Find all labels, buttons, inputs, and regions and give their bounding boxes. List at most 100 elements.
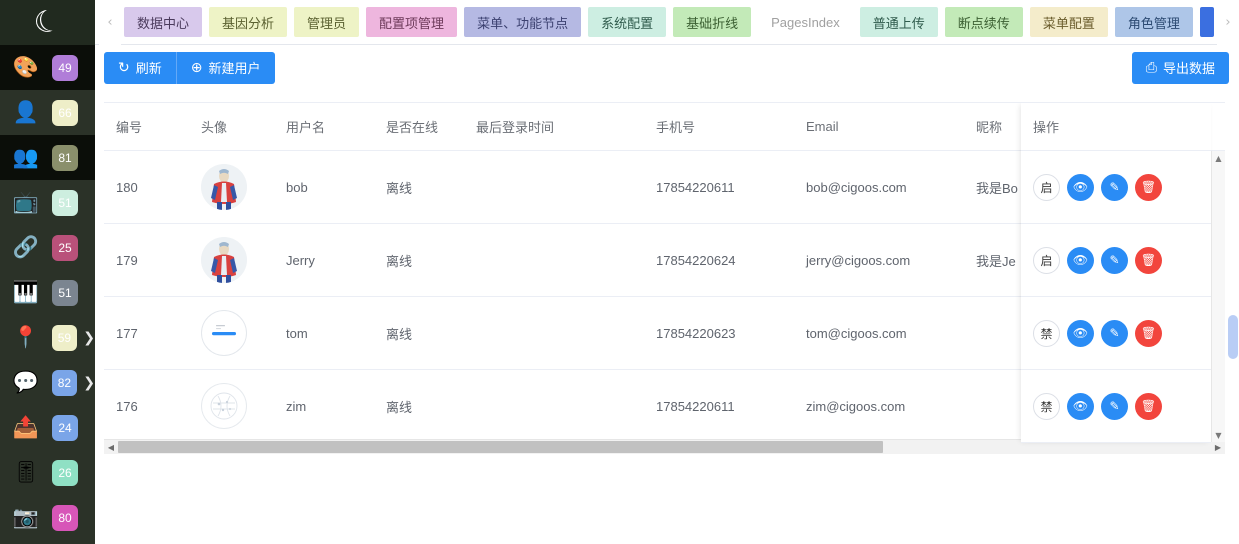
view-button[interactable]: 👁 [1067, 246, 1094, 274]
tab-4[interactable]: 菜单、功能节点 [464, 7, 582, 37]
column-header-id: 编号 [116, 120, 143, 135]
action-cell: 禁 👁 ✎ 🗑 [1021, 297, 1211, 370]
avatar [189, 383, 274, 429]
chat-icon: 💬 [12, 370, 39, 394]
new-user-button[interactable]: ⊕ 新建用户 [175, 51, 275, 84]
sidebar-item-4[interactable]: 🔗 25 [0, 225, 95, 270]
view-button[interactable]: 👁 [1067, 319, 1094, 347]
sidebar-badge-8: 24 [52, 414, 78, 441]
view-button[interactable]: 👁 [1067, 392, 1094, 420]
tab-6[interactable]: 基础折线 [673, 7, 752, 37]
sidebar-item-3[interactable]: 📺 51 [0, 180, 95, 225]
cell-phone: 17854220611 [656, 398, 735, 414]
export-data-button[interactable]: ⎙ 导出数据 [1131, 51, 1229, 84]
tabs-scroll-left-button[interactable]: ‹ [99, 0, 121, 45]
scroll-up-arrow[interactable]: ▲ [1212, 151, 1225, 165]
column-header-last: 最后登录时间 [476, 120, 555, 135]
sidebar-item-7[interactable]: 💬 82 ❯ [0, 360, 95, 405]
trash-icon: 🗑 [1140, 253, 1157, 267]
cell-id: 176 [116, 398, 138, 414]
pencil-icon: ✎ [1109, 180, 1120, 194]
refresh-button[interactable]: ↻ 刷新 [104, 51, 176, 84]
tab-5[interactable]: 系统配置 [588, 7, 667, 37]
chevron-right-icon[interactable]: ❯ [83, 330, 95, 346]
toggle-status-button[interactable]: 禁 [1033, 392, 1060, 420]
cell-name: bob [286, 179, 308, 195]
export-icon: ⎙ [1145, 59, 1157, 76]
pencil-icon: ✎ [1109, 326, 1120, 340]
avatar [189, 237, 274, 283]
edit-button[interactable]: ✎ [1101, 392, 1128, 420]
sidebar-item-5[interactable]: 🎹 51 [0, 270, 95, 315]
edit-button[interactable]: ✎ [1101, 246, 1128, 274]
cell-phone: 17854220611 [656, 179, 735, 195]
tab-9[interactable]: 断点续传 [944, 7, 1023, 37]
cell-name: zim [286, 398, 307, 414]
toggle-status-button[interactable]: 禁 [1033, 319, 1060, 347]
column-header-avatar: 头像 [201, 120, 228, 135]
avatar [189, 310, 274, 356]
location-icon: 📍 [12, 325, 39, 349]
trash-icon: 🗑 [1140, 180, 1157, 194]
tab-8[interactable]: 普通上传 [859, 7, 938, 37]
sidebar-badge-4: 25 [52, 234, 78, 261]
table-vertical-scrollbar[interactable]: ▲ ▼ [1211, 151, 1225, 442]
tab-7[interactable]: PagesIndex [758, 7, 853, 37]
sidebar-item-0[interactable]: 🎨 49 [0, 45, 95, 90]
column-header-nick: 昵称 [976, 120, 1003, 135]
delete-button[interactable]: 🗑 [1135, 319, 1162, 347]
action-cell-list: 启 👁 ✎ 🗑 启 👁 ✎ 🗑 禁 👁 ✎ 🗑 禁 👁 ✎ 🗑 [1021, 151, 1211, 443]
cell-nick: 我是Bo [976, 180, 1018, 196]
pencil-icon: ✎ [1109, 399, 1120, 413]
sliders-icon: 🎚 [12, 460, 40, 484]
tab-strip: ‹ 数据中心 基因分析 管理员 配置项管理 菜单、功能节点 系统配置 基础折线 PagesIn… [95, 0, 1239, 45]
plus-circle-icon: ⊕ [190, 59, 203, 76]
scroll-down-arrow[interactable]: ▼ [1212, 428, 1225, 442]
eye-icon: 👁 [1072, 399, 1089, 413]
toggle-status-button[interactable]: 启 [1033, 173, 1060, 201]
column-header-email: Email [806, 119, 839, 134]
tab-10[interactable]: 菜单配置 [1029, 7, 1108, 37]
hscroll-thumb[interactable] [118, 440, 884, 453]
sidebar-item-2[interactable]: 👥 81 [0, 135, 95, 180]
sidebar-item-8[interactable]: 📤 24 [0, 405, 95, 450]
sidebar-badge-6: 59 [51, 324, 78, 351]
sidebar-item-9[interactable]: 🎚 26 [0, 450, 95, 495]
column-header-online: 是否在线 [386, 120, 439, 135]
tabs-scroll-right-button[interactable]: › [1217, 0, 1239, 45]
view-button[interactable]: 👁 [1067, 173, 1094, 201]
cell-email: tom@cigoos.com [806, 325, 907, 341]
toggle-status-button[interactable]: 启 [1033, 246, 1060, 274]
tab-11[interactable]: 角色管理 [1114, 7, 1193, 37]
palette-icon: 🎨 [12, 55, 40, 79]
sidebar-item-10[interactable]: 📷 80 [0, 495, 95, 540]
delete-button[interactable]: 🗑 [1135, 246, 1162, 274]
tab-1[interactable]: 基因分析 [209, 7, 288, 37]
tab-0[interactable]: 数据中心 [124, 7, 203, 37]
action-cell: 禁 👁 ✎ 🗑 [1021, 370, 1211, 443]
toolbar: ↻ 刷新 ⊕ 新建用户 ⎙ 导出数据 [95, 45, 1239, 90]
tab-3[interactable]: 配置项管理 [366, 7, 458, 37]
chevron-right-icon[interactable]: ❯ [83, 375, 95, 391]
new-user-label: 新建用户 [208, 61, 261, 76]
user-table: 编号 头像 用户名 是否在线 最后登录时间 手机号 Email 昵称 180 bob 离线 1785… [104, 102, 1225, 454]
app-root: ☾ 🎨 49 👤 66 👥 81 📺 51 🔗 25 🎹 51 📍 59 ❯ 💬 82 ❯ 📤 24 🎚 26 📷 80 ‹ … [0, 0, 1239, 544]
avatar-image [201, 164, 247, 210]
edit-button[interactable]: ✎ [1101, 173, 1128, 201]
sidebar-item-6[interactable]: 📍 59 ❯ [0, 315, 95, 360]
app-logo[interactable]: ☾ [0, 0, 95, 45]
delete-button[interactable]: 🗑 [1135, 173, 1162, 201]
toolbar-button-group: ↻ 刷新 ⊕ 新建用户 [104, 51, 275, 84]
hscroll-left-arrow[interactable]: ◀ [104, 440, 118, 455]
sidebar-item-1[interactable]: 👤 66 [0, 90, 95, 135]
delete-button[interactable]: 🗑 [1135, 392, 1162, 420]
sidebar-badge-1: 66 [52, 99, 78, 126]
cell-online: 离线 [386, 180, 413, 196]
eye-icon: 👁 [1072, 180, 1089, 194]
tab-12[interactable] [1199, 7, 1214, 37]
edit-button[interactable]: ✎ [1101, 319, 1128, 347]
tab-2[interactable]: 管理员 [294, 7, 360, 37]
cell-online: 离线 [386, 399, 413, 415]
refresh-label: 刷新 [135, 61, 162, 76]
page-scroll-pill[interactable] [1228, 315, 1238, 359]
